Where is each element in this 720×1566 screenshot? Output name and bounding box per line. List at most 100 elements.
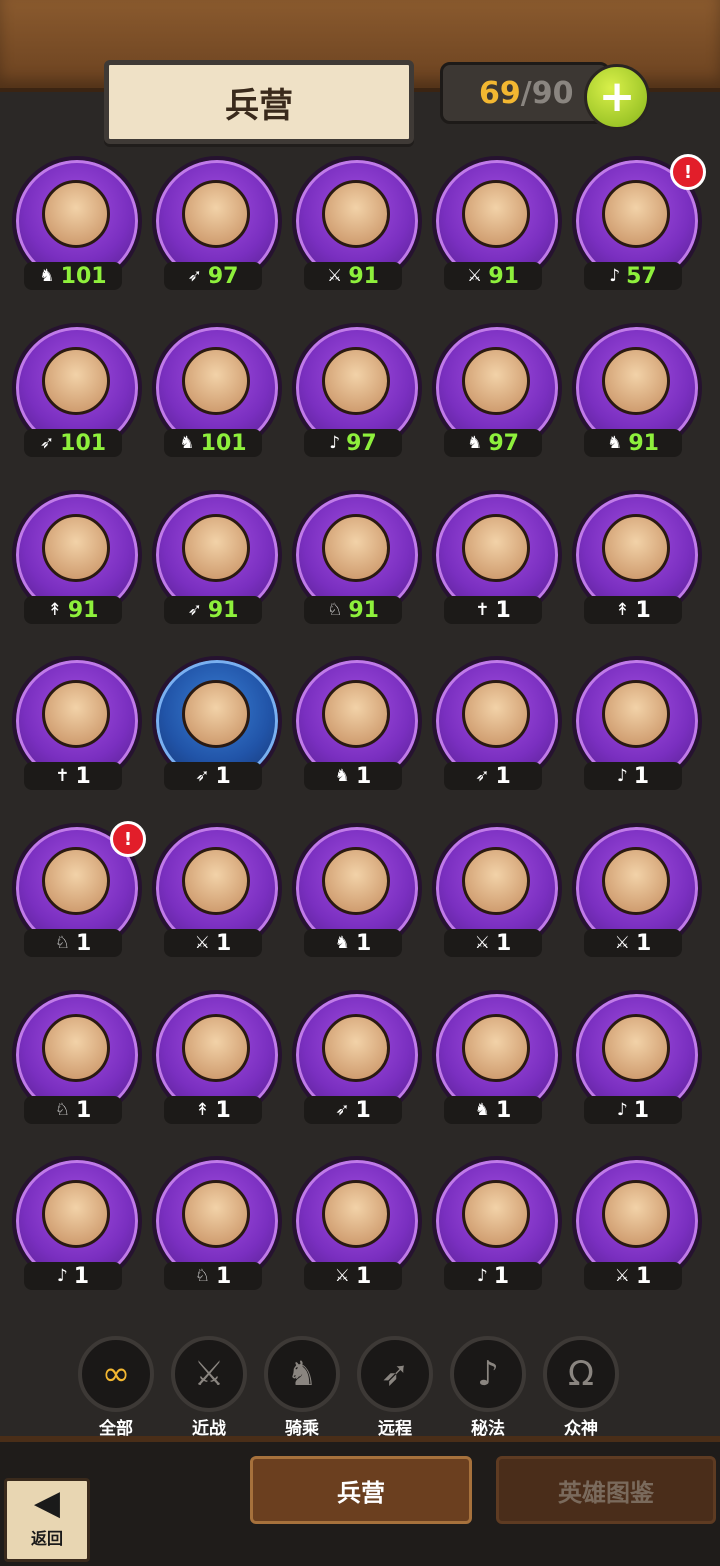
unit-card[interactable]: ⚔ 1 — [566, 1150, 702, 1300]
unit-class-icon: ♞ — [334, 766, 350, 786]
unit-card[interactable]: ♘ 1 — [6, 984, 142, 1134]
unit-card[interactable]: ♞ 97 — [426, 317, 562, 467]
unit-portrait — [322, 347, 390, 415]
unit-card[interactable]: ⚔ 1 — [566, 817, 702, 967]
unit-portrait — [462, 180, 530, 248]
unit-card[interactable]: ⚔ 91 — [426, 150, 562, 300]
unit-card[interactable]: ➶ 91 — [146, 484, 282, 634]
unit-class-icon: ♪ — [616, 766, 628, 786]
unit-card[interactable]: ♘ 1! — [6, 817, 146, 967]
unit-card[interactable]: ♪ 1 — [566, 650, 702, 800]
unit-card[interactable]: ♘ 91 — [286, 484, 422, 634]
add-capacity-button[interactable]: + — [584, 64, 650, 130]
unit-label-bar: ↟ 1 — [164, 1096, 262, 1124]
unit-class-icon: ♪ — [329, 433, 341, 453]
unit-card[interactable]: ♞ 1 — [286, 650, 422, 800]
unit-card[interactable]: ➶ 1 — [286, 984, 422, 1134]
unit-level: 1 — [355, 930, 372, 956]
unit-level: 1 — [495, 1097, 512, 1123]
unit-class-icon: ⚔ — [614, 1266, 630, 1286]
unit-card[interactable]: ➶ 101 — [6, 317, 142, 467]
unit-class-icon: ⚔ — [467, 266, 483, 286]
alert-icon: ! — [670, 154, 706, 190]
alert-icon: ! — [110, 821, 146, 857]
unit-level: 1 — [215, 1263, 232, 1289]
unit-class-icon: ⚔ — [327, 266, 343, 286]
unit-class-icon: ♪ — [56, 1266, 68, 1286]
unit-card[interactable]: ↟ 1 — [146, 984, 282, 1134]
unit-label-bar: ♞ 1 — [444, 1096, 542, 1124]
unit-label-bar: ♪ 97 — [304, 429, 402, 457]
unit-label-bar: ➶ 1 — [164, 762, 262, 790]
unit-label-bar: ✝ 1 — [444, 596, 542, 624]
unit-card[interactable]: ♞ 91 — [566, 317, 702, 467]
unit-level: 1 — [75, 1097, 92, 1123]
unit-card[interactable]: ♪ 97 — [286, 317, 422, 467]
unit-card[interactable]: ↟ 1 — [566, 484, 702, 634]
unit-level: 1 — [75, 763, 91, 789]
unit-portrait — [182, 514, 250, 582]
unit-card[interactable]: ✝ 1 — [6, 650, 142, 800]
unit-card[interactable]: ♪ 1 — [6, 1150, 142, 1300]
tab-barracks[interactable]: 兵营 — [250, 1456, 472, 1524]
unit-card[interactable]: ⚔ 91 — [286, 150, 422, 300]
unit-label-bar: ⚔ 1 — [584, 1262, 682, 1290]
unit-label-bar: ⚔ 1 — [444, 929, 542, 957]
filter-button[interactable]: ♞ 骑乘 — [262, 1336, 342, 1439]
unit-portrait — [462, 514, 530, 582]
unit-class-icon: ♪ — [476, 1266, 488, 1286]
unit-card[interactable]: ⚔ 1 — [286, 1150, 422, 1300]
filter-button[interactable]: Ω 众神 — [541, 1336, 621, 1439]
filter-icon: ♞ — [264, 1336, 340, 1412]
unit-card[interactable]: ✝ 1 — [426, 484, 562, 634]
unit-card[interactable]: ♪ 57! — [566, 150, 706, 300]
unit-label-bar: ♘ 1 — [164, 1262, 262, 1290]
page-title: 兵营 — [225, 85, 293, 126]
unit-class-icon: ➶ — [475, 766, 490, 786]
unit-card[interactable]: ♞ 101 — [6, 150, 142, 300]
unit-level: 1 — [635, 1263, 652, 1289]
unit-label-bar: ➶ 97 — [164, 262, 262, 290]
unit-card[interactable]: ➶ 1 — [146, 650, 282, 800]
unit-card[interactable]: ♘ 1 — [146, 1150, 282, 1300]
unit-level: 57 — [626, 263, 657, 289]
unit-class-icon: ♞ — [179, 433, 195, 453]
unit-card[interactable]: ♞ 1 — [286, 817, 422, 967]
unit-portrait — [602, 847, 670, 915]
unit-portrait — [462, 680, 530, 748]
unit-label-bar: ⚔ 91 — [304, 262, 402, 290]
unit-portrait — [462, 1180, 530, 1248]
filter-button[interactable]: ∞ 全部 — [76, 1336, 156, 1439]
unit-level: 1 — [355, 763, 372, 789]
unit-portrait — [602, 514, 670, 582]
unit-label-bar: ♞ 101 — [164, 429, 262, 457]
filter-button[interactable]: ⚔ 近战 — [169, 1336, 249, 1439]
unit-label-bar: ↟ 1 — [584, 596, 682, 624]
unit-label-bar: ⚔ 91 — [444, 262, 542, 290]
unit-portrait — [322, 1014, 390, 1082]
unit-label-bar: ♘ 1 — [24, 929, 122, 957]
unit-card[interactable]: ♪ 1 — [566, 984, 702, 1134]
unit-card[interactable]: ⚔ 1 — [426, 817, 562, 967]
back-arrow-icon: ◀ — [33, 1483, 61, 1523]
unit-card[interactable]: ♞ 1 — [426, 984, 562, 1134]
unit-card[interactable]: ➶ 97 — [146, 150, 282, 300]
unit-label-bar: ♪ 1 — [584, 1096, 682, 1124]
unit-card[interactable]: ♞ 101 — [146, 317, 282, 467]
filter-button[interactable]: ♪ 秘法 — [448, 1336, 528, 1439]
unit-class-icon: ♞ — [334, 933, 350, 953]
unit-card[interactable]: ➶ 1 — [426, 650, 562, 800]
unit-level: 97 — [488, 430, 519, 456]
unit-card[interactable]: ♪ 1 — [426, 1150, 562, 1300]
filter-button[interactable]: ➶ 远程 — [355, 1336, 435, 1439]
unit-class-icon: ✝ — [475, 600, 490, 620]
back-button[interactable]: ◀ 返回 — [4, 1478, 90, 1562]
unit-level: 1 — [215, 1097, 231, 1123]
tab-hero-codex[interactable]: 英雄图鉴 — [496, 1456, 716, 1524]
unit-level: 91 — [348, 597, 379, 623]
filter-icon: ♪ — [450, 1336, 526, 1412]
unit-level: 91 — [207, 597, 239, 623]
class-filter-bar: ∞ 全部 ⚔ 近战 ♞ 骑乘 ➶ 远程 ♪ 秘法 Ω 众神 — [76, 1336, 656, 1439]
unit-card[interactable]: ⚔ 1 — [146, 817, 282, 967]
unit-card[interactable]: ↟ 91 — [6, 484, 142, 634]
